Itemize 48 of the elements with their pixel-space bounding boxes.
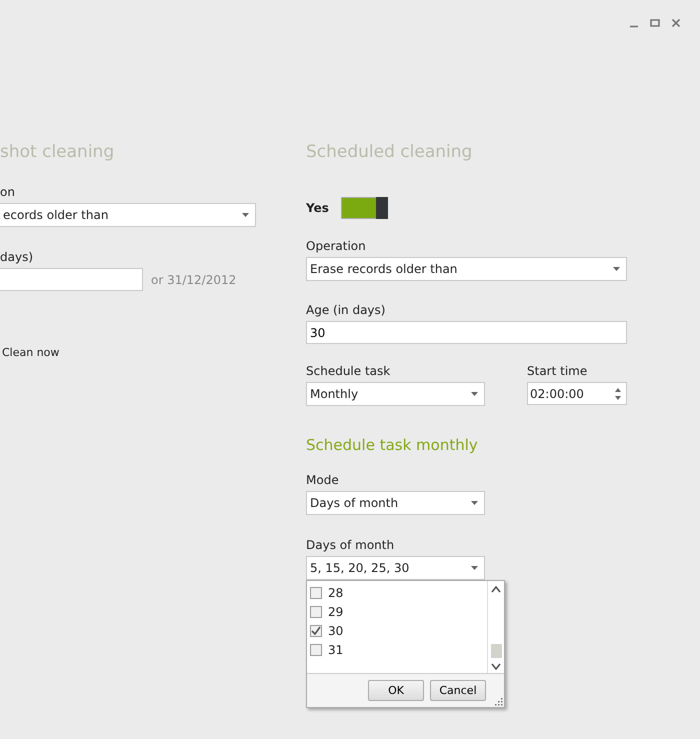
item-label: 29 bbox=[328, 604, 344, 618]
date-hint: or 31/12/2012 bbox=[151, 272, 236, 286]
field-label: days) bbox=[0, 249, 34, 265]
caret-icon bbox=[613, 267, 620, 271]
scroll-up-icon bbox=[491, 585, 501, 594]
field-label: on bbox=[0, 184, 15, 200]
item-label: 28 bbox=[328, 586, 344, 600]
checkbox[interactable] bbox=[310, 606, 322, 618]
scrollbar[interactable] bbox=[487, 581, 504, 673]
section-title: shot cleaning bbox=[0, 141, 114, 164]
caret-icon bbox=[471, 392, 478, 396]
checkbox[interactable] bbox=[310, 586, 322, 598]
field-label: Mode bbox=[306, 472, 339, 488]
toggle-switch[interactable] bbox=[340, 197, 388, 219]
section-title: Schedule task monthly bbox=[306, 435, 478, 456]
item-label: 30 bbox=[328, 624, 344, 638]
input-field[interactable]: 30 bbox=[306, 321, 627, 344]
scroll-thumb[interactable] bbox=[490, 644, 502, 658]
field-label: Schedule task bbox=[306, 363, 390, 379]
caret-icon bbox=[471, 566, 478, 570]
clean-now-link[interactable]: Clean now bbox=[2, 346, 60, 359]
close-icon[interactable] bbox=[671, 18, 681, 28]
time-field[interactable]: 02:00:00 bbox=[527, 382, 627, 405]
dropdown[interactable]: Erase records older than bbox=[306, 257, 627, 281]
toggle-label: Yes bbox=[306, 201, 329, 215]
dropdown[interactable]: 5, 15, 20, 25, 30 bbox=[306, 556, 485, 580]
spin-up-icon bbox=[615, 388, 621, 392]
field-label: Start time bbox=[527, 363, 588, 379]
cancel-button[interactable]: Cancel bbox=[430, 680, 486, 701]
caret-icon bbox=[242, 213, 249, 217]
spin-down-icon bbox=[615, 396, 621, 400]
input-field[interactable] bbox=[0, 268, 143, 291]
checkbox[interactable] bbox=[310, 624, 322, 636]
field-label: Days of month bbox=[306, 537, 394, 553]
item-label: 31 bbox=[328, 642, 344, 656]
section-title: Scheduled cleaning bbox=[306, 141, 472, 164]
dropdown[interactable]: ecords older than bbox=[0, 203, 256, 227]
resize-grip-icon[interactable] bbox=[494, 697, 503, 706]
scroll-down-icon bbox=[491, 662, 501, 671]
check-icon bbox=[310, 624, 322, 636]
ok-button[interactable]: OK bbox=[368, 680, 424, 701]
field-label: Age (in days) bbox=[306, 302, 386, 318]
caret-icon bbox=[471, 501, 478, 505]
dropdown[interactable]: Days of month bbox=[306, 491, 485, 515]
field-label: Operation bbox=[306, 238, 366, 254]
dropdown[interactable]: Monthly bbox=[306, 382, 485, 406]
maximize-icon[interactable] bbox=[650, 18, 660, 28]
checkbox[interactable] bbox=[310, 644, 322, 656]
